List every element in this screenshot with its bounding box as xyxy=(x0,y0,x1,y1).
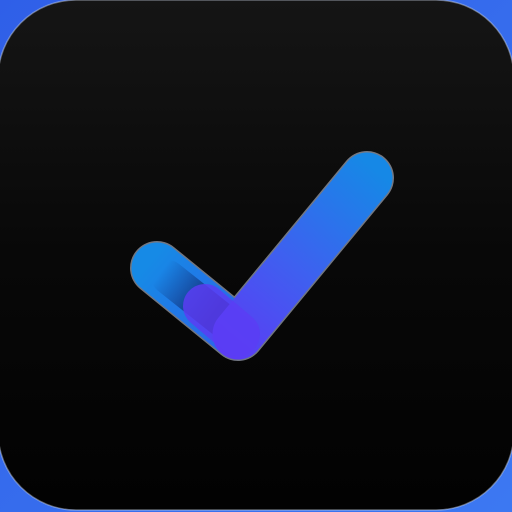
icon-tile xyxy=(0,0,512,511)
app-icon-graphic xyxy=(0,0,512,512)
app-icon xyxy=(0,0,512,512)
